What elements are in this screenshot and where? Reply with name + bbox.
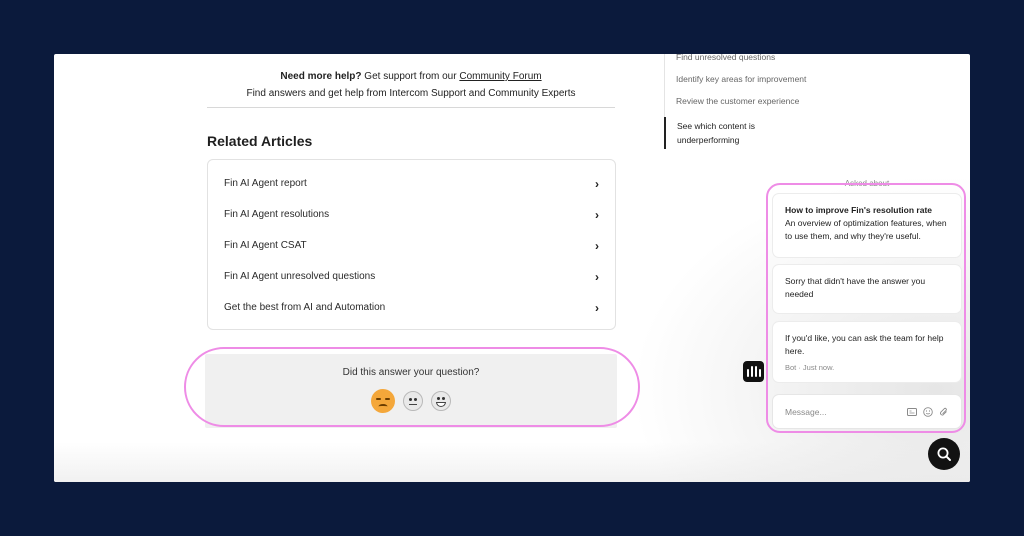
article-label: Fin AI Agent CSAT: [224, 240, 307, 251]
feedback-question: Did this answer your question?: [342, 367, 480, 378]
feedback-panel: Did this answer your question?: [205, 354, 617, 428]
toc-item[interactable]: Identify key areas for improvement: [665, 73, 824, 95]
article-suggestion-card[interactable]: How to improve Fin's resolution rate An …: [773, 194, 961, 257]
asked-about-label: Asked about: [844, 179, 890, 188]
app-window: Need more help? Get support from our Com…: [54, 54, 970, 482]
help-bold: Need more help?: [280, 71, 362, 82]
article-label: Fin AI Agent resolutions: [224, 209, 330, 220]
bot-message-text: Sorry that didn't have the answer you ne…: [785, 276, 926, 299]
table-of-contents: Find unresolved questions Identify key a…: [664, 54, 824, 149]
search-icon: [937, 447, 951, 461]
help-text: Get support from our: [361, 71, 460, 82]
message-meta: Bot · Just now.: [785, 363, 835, 372]
message-input[interactable]: [785, 406, 901, 417]
chevron-right-icon: ›: [595, 207, 599, 222]
help-subtext: Find answers and get help from Intercom …: [246, 88, 576, 99]
reaction-group: [205, 389, 617, 413]
emoji-icon[interactable]: [922, 406, 933, 417]
article-link[interactable]: Get the best from AI and Automation ›: [208, 292, 615, 323]
article-link[interactable]: Fin AI Agent CSAT ›: [208, 230, 615, 261]
divider: [207, 107, 615, 108]
chat-widget: Asked about How to improve Fin's resolut…: [769, 179, 965, 434]
smiley-face-icon[interactable]: [431, 391, 451, 411]
article-label: Fin AI Agent unresolved questions: [224, 271, 376, 282]
article-link[interactable]: Fin AI Agent report ›: [208, 168, 615, 199]
article-link[interactable]: Fin AI Agent resolutions ›: [208, 199, 615, 230]
toc-item-active[interactable]: See which content is underperforming: [664, 117, 774, 149]
bot-message: If you'd like, you can ask the team for …: [773, 322, 961, 382]
chevron-right-icon: ›: [595, 269, 599, 284]
article-label: Fin AI Agent report: [224, 178, 307, 189]
related-articles-heading: Related Articles: [207, 133, 313, 149]
intercom-logo-icon: [743, 361, 764, 382]
message-composer: [773, 395, 961, 428]
chevron-right-icon: ›: [595, 238, 599, 253]
help-section: Need more help? Get support from our Com…: [207, 68, 615, 102]
neutral-face-icon[interactable]: [403, 391, 423, 411]
toc-item[interactable]: Find unresolved questions: [665, 54, 824, 73]
attachment-icon[interactable]: [938, 406, 949, 417]
toc-item[interactable]: Review the customer experience: [665, 95, 824, 117]
article-title: How to improve Fin's resolution rate: [785, 205, 933, 215]
article-label: Get the best from AI and Automation: [224, 302, 386, 313]
bot-message: Sorry that didn't have the answer you ne…: [773, 265, 961, 313]
chevron-right-icon: ›: [595, 176, 599, 191]
search-launcher-button[interactable]: [928, 438, 960, 470]
sad-face-icon[interactable]: [371, 389, 395, 413]
related-articles-list: Fin AI Agent report › Fin AI Agent resolu…: [207, 159, 616, 330]
community-forum-link[interactable]: Community Forum: [459, 71, 541, 82]
article-link[interactable]: Fin AI Agent unresolved questions ›: [208, 261, 615, 292]
gif-icon[interactable]: [906, 406, 917, 417]
article-description: An overview of optimization features, wh…: [785, 218, 947, 241]
help-line: Need more help? Get support from our Com…: [207, 68, 615, 85]
chevron-right-icon: ›: [595, 300, 599, 315]
bot-message-text: If you'd like, you can ask the team for …: [785, 333, 944, 356]
